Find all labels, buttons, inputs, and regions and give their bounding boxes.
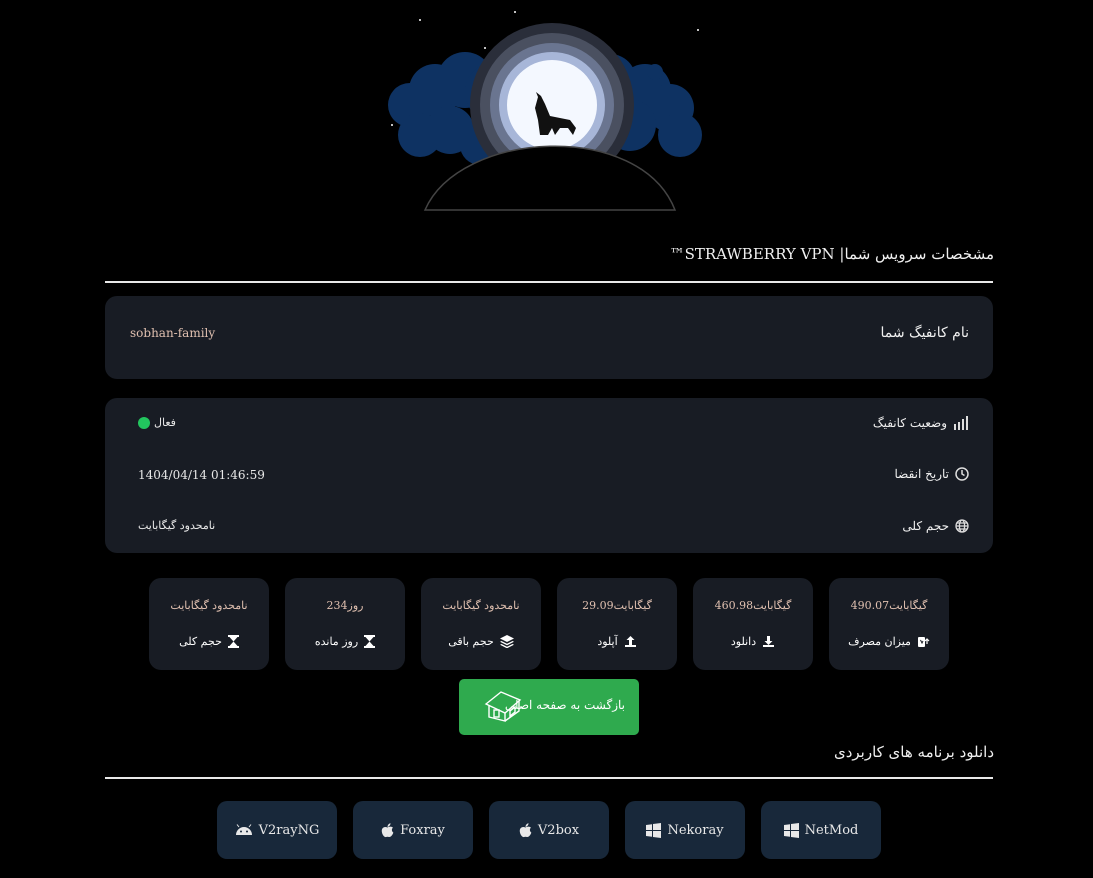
layers-icon bbox=[499, 635, 514, 648]
apps-section-title: دانلود برنامه های کاربردی bbox=[833, 743, 994, 761]
config-name-label: نام کانفیگ شما bbox=[880, 325, 969, 341]
windows-icon bbox=[783, 822, 799, 838]
total-label: حجم کلی bbox=[902, 519, 949, 533]
stat-label-row: حجم باقی bbox=[421, 635, 541, 648]
apple-icon bbox=[519, 822, 532, 838]
status-value: فعال bbox=[138, 416, 176, 429]
globe-icon bbox=[955, 519, 969, 533]
stat-label: حجم کلی bbox=[179, 635, 222, 648]
download-icon bbox=[762, 635, 775, 648]
stat-label: روز مانده bbox=[314, 635, 359, 648]
app-label: Foxray bbox=[400, 822, 445, 838]
page-title: مشخصات سرویس شما| STRAWBERRY VPN™ bbox=[669, 245, 994, 263]
app-download-v2box[interactable]: V2box bbox=[489, 801, 609, 859]
hourglass-icon bbox=[364, 635, 376, 648]
config-name-card: نام کانفیگ شما sobhan-family bbox=[105, 296, 993, 379]
config-details-card: وضعیت کانفیگ فعال تاریخ انقضا 1404/04/14… bbox=[105, 398, 993, 553]
stat-label-row: آپلود bbox=[557, 635, 677, 648]
stat-card-upload: 29.09گیگابایت آپلود bbox=[557, 578, 677, 670]
stat-value: نامحدود گیگابایت bbox=[170, 599, 248, 612]
total-value: نامحدود گیگابایت bbox=[138, 519, 216, 532]
usage-icon bbox=[917, 635, 930, 648]
back-button-label: بازگشت به صفحه اصلی bbox=[504, 698, 625, 712]
stat-card-remaining-volume: نامحدود گیگابایت حجم باقی bbox=[421, 578, 541, 670]
stat-label: دانلود bbox=[730, 635, 757, 648]
app-label: V2box bbox=[537, 822, 580, 838]
app-label: NetMod bbox=[804, 822, 859, 838]
expiry-row-label: تاریخ انقضا bbox=[895, 467, 970, 481]
stat-value: نامحدود گیگابایت bbox=[442, 599, 520, 612]
expiry-label: تاریخ انقضا bbox=[894, 467, 950, 481]
stat-label-row: حجم کلی bbox=[149, 635, 269, 648]
status-label: وضعیت کانفیگ bbox=[872, 416, 947, 430]
stat-label: میزان مصرف bbox=[848, 635, 911, 648]
stat-label: حجم باقی bbox=[448, 635, 494, 648]
signal-icon bbox=[953, 416, 969, 430]
stat-label-row: روز مانده bbox=[285, 635, 405, 648]
stat-card-days-left: 234روز روز مانده bbox=[285, 578, 405, 670]
app-download-netmod[interactable]: NetMod bbox=[761, 801, 881, 859]
status-text: فعال bbox=[154, 416, 176, 429]
clock-icon bbox=[955, 467, 969, 481]
android-icon bbox=[235, 824, 253, 836]
status-row-label: وضعیت کانفیگ bbox=[873, 416, 969, 430]
back-to-home-button[interactable]: بازگشت به صفحه اصلی bbox=[459, 679, 639, 735]
app-download-foxray[interactable]: Foxray bbox=[353, 801, 473, 859]
hourglass-icon bbox=[227, 635, 239, 648]
total-row-label: حجم کلی bbox=[902, 519, 969, 533]
stat-value: 490.07گیگابایت bbox=[850, 599, 928, 612]
title-divider bbox=[105, 281, 993, 283]
stat-card-usage: 490.07گیگابایت میزان مصرف bbox=[829, 578, 949, 670]
apps-divider bbox=[105, 777, 993, 779]
app-download-nekoray[interactable]: Nekoray bbox=[625, 801, 745, 859]
app-label: V2rayNG bbox=[258, 822, 320, 838]
stat-value: 234روز bbox=[326, 599, 364, 612]
config-name-value: sobhan-family bbox=[130, 326, 216, 340]
stat-card-total-volume: نامحدود گیگابایت حجم کلی bbox=[149, 578, 269, 670]
apple-icon bbox=[381, 822, 394, 838]
stat-label: آپلود bbox=[597, 635, 618, 648]
stat-value: 29.09گیگابایت bbox=[582, 599, 652, 612]
windows-icon bbox=[646, 822, 662, 838]
upload-icon bbox=[624, 635, 637, 648]
stat-card-download: 460.98گیگابایت دانلود bbox=[693, 578, 813, 670]
stat-label-row: دانلود bbox=[693, 635, 813, 648]
status-dot-icon bbox=[138, 416, 150, 429]
stat-label-row: میزان مصرف bbox=[829, 635, 949, 648]
app-label: Nekoray bbox=[667, 822, 724, 838]
app-download-v2rayng[interactable]: V2rayNG bbox=[217, 801, 337, 859]
expiry-value: 1404/04/14 01:46:59 bbox=[138, 468, 265, 482]
hero-illustration bbox=[380, 0, 725, 215]
stat-value: 460.98گیگابایت bbox=[714, 599, 792, 612]
